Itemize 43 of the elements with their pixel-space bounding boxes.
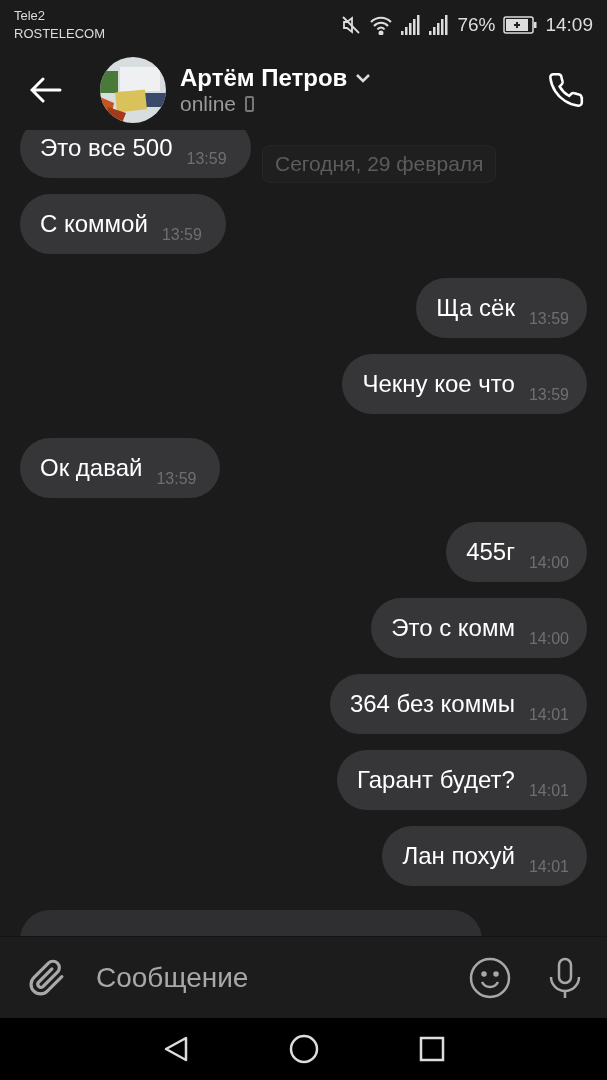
message-time: 14:00 <box>528 630 569 648</box>
call-icon[interactable] <box>547 71 585 109</box>
signal-icon <box>429 15 450 35</box>
back-nav-icon[interactable] <box>162 1035 189 1063</box>
wifi-icon <box>369 15 394 35</box>
message-time: 14:01 <box>528 858 569 876</box>
emoji-icon[interactable] <box>469 956 511 999</box>
microphone-icon[interactable] <box>547 956 583 999</box>
online-status: online <box>180 92 237 116</box>
message-text: Ок давай <box>40 454 143 482</box>
message-time: 13:59 <box>156 470 197 488</box>
message-input[interactable]: Сообщение <box>94 960 469 995</box>
attach-icon[interactable] <box>28 957 66 998</box>
contact-name[interactable]: Артём Петров <box>180 64 348 92</box>
phone-icon <box>244 95 256 113</box>
back-icon[interactable] <box>30 77 62 103</box>
recents-icon[interactable] <box>418 1036 445 1062</box>
message-time: 14:01 <box>528 782 569 800</box>
message-text: 364 без коммы <box>349 690 515 718</box>
message-text: Это все 500 <box>40 134 173 162</box>
message-time: 13:59 <box>186 150 227 168</box>
message-text: Ща сёк <box>436 294 515 322</box>
message-time: 14:01 <box>528 706 569 724</box>
mute-icon <box>341 15 362 35</box>
message-time: 13:59 <box>528 310 569 328</box>
message-time: 14:00 <box>528 554 569 572</box>
message-time: 13:59 <box>161 226 202 244</box>
message-text: С коммой <box>40 210 148 238</box>
chevron-down-icon[interactable] <box>355 73 372 83</box>
carrier-name: ROSTELECOM <box>14 25 105 43</box>
message-text: Это с комм <box>391 614 515 642</box>
message-text: Чекну кое что <box>362 370 515 398</box>
signal-icon <box>401 15 422 35</box>
date-label: Сегодня, 29 февраля <box>262 145 497 183</box>
carrier-name: Tele2 <box>14 7 47 25</box>
message-text: Лан похуй <box>402 842 515 870</box>
battery-percent: 76% <box>457 14 496 36</box>
message-text: Гарант будет? <box>357 766 515 794</box>
battery-icon <box>503 16 538 34</box>
clock: 14:09 <box>545 14 593 36</box>
home-icon[interactable] <box>288 1034 319 1064</box>
message-text: 455г <box>466 538 515 566</box>
message-time: 13:59 <box>528 386 569 404</box>
